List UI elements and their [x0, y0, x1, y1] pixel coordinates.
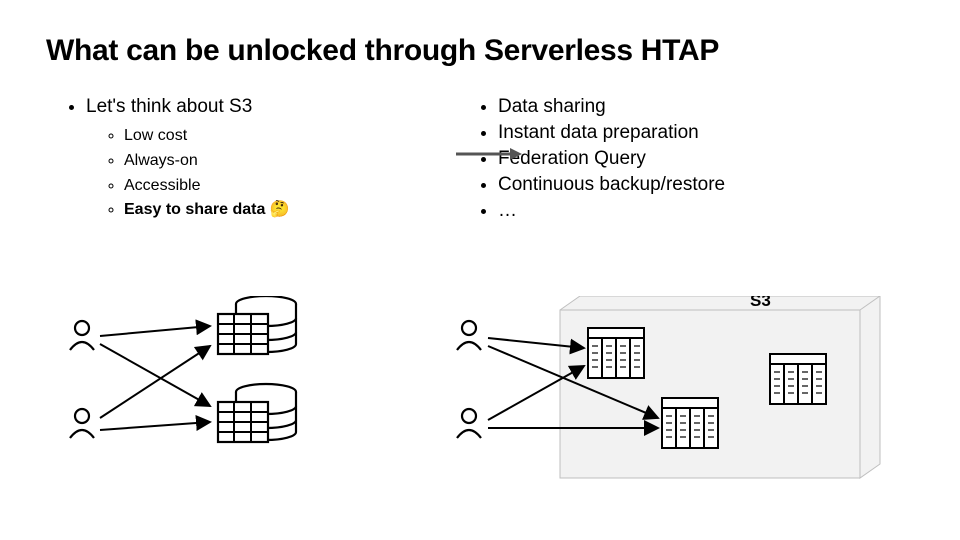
right-item: Instant data preparation	[498, 122, 914, 144]
arrow-icon	[100, 346, 210, 418]
database-table-icon	[218, 384, 296, 442]
left-column: Let's think about S3 Low cost Always-on …	[46, 96, 416, 227]
right-item: Federation Query	[498, 148, 914, 170]
person-icon	[70, 409, 94, 438]
s3-label: S3	[750, 296, 771, 310]
table-icon	[588, 328, 644, 378]
arrow-icon	[100, 326, 210, 336]
arrow-icon	[100, 422, 210, 430]
person-icon	[70, 321, 94, 350]
left-heading: Let's think about S3 Low cost Always-on …	[86, 96, 416, 223]
left-item: Always-on	[124, 149, 416, 174]
left-item: Accessible	[124, 174, 416, 199]
person-icon	[457, 409, 481, 438]
s3-box-icon	[560, 296, 880, 478]
database-table-icon	[218, 296, 296, 354]
arrow-icon	[100, 344, 210, 406]
person-icon	[457, 321, 481, 350]
arrow-icon	[454, 144, 524, 164]
left-item: Low cost	[124, 124, 416, 149]
left-item-bold: Easy to share data 🤔	[124, 198, 416, 223]
left-heading-text: Let's think about S3	[86, 96, 252, 117]
content-columns: Let's think about S3 Low cost Always-on …	[46, 96, 914, 227]
right-item: Continuous backup/restore	[498, 174, 914, 196]
right-item: …	[498, 200, 914, 222]
slide-title: What can be unlocked through Serverless …	[46, 34, 914, 68]
table-icon	[770, 354, 826, 404]
left-bold-text: Easy to share data 🤔	[124, 201, 290, 218]
right-item: Data sharing	[498, 96, 914, 118]
diagram: S3	[60, 296, 900, 506]
table-icon	[662, 398, 718, 448]
